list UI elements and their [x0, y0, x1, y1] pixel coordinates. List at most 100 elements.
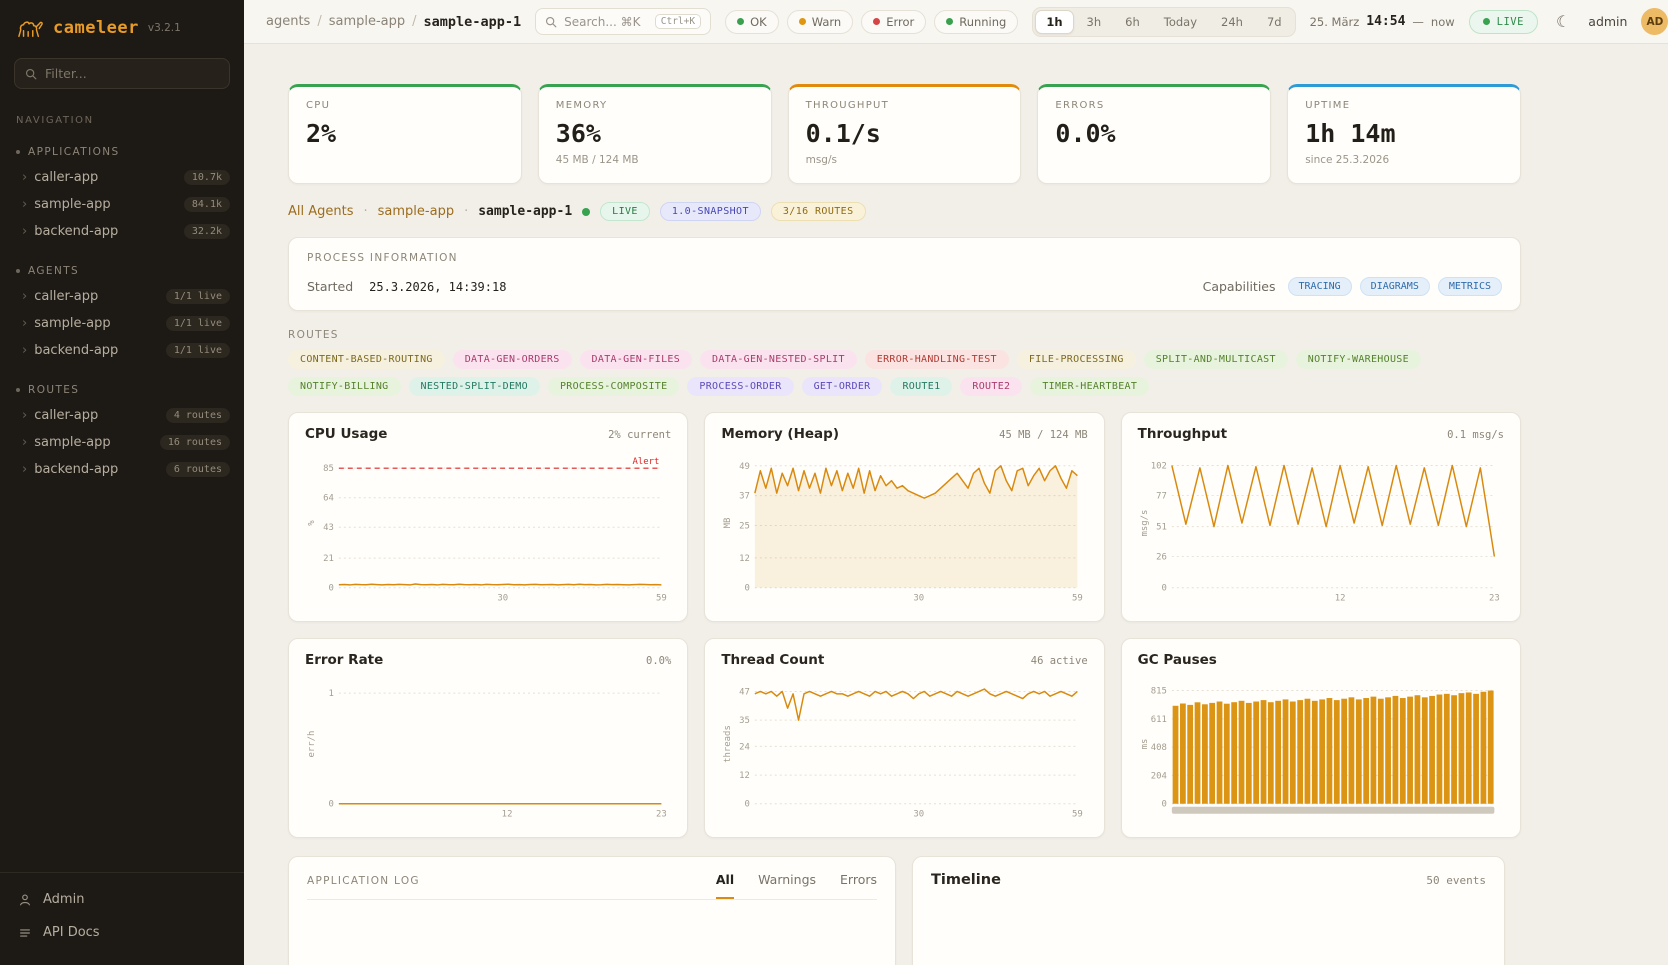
docs-icon	[18, 926, 32, 940]
application-log-title: APPLICATION LOG	[307, 875, 420, 899]
route-chip-process-order[interactable]: PROCESS-ORDER	[687, 377, 793, 396]
log-tab-warnings[interactable]: Warnings	[758, 872, 816, 899]
chart-card-error-rate: Error Rate0.0%011223err/h	[288, 638, 688, 838]
sidebar-item-caller-app[interactable]: ›caller-app10.7k	[0, 164, 244, 191]
agent-crumb-current: sample-app-1	[478, 204, 572, 219]
route-chip-error-handling-test[interactable]: ERROR-HANDLING-TEST	[865, 350, 1009, 369]
svg-text:23: 23	[656, 810, 667, 820]
route-chip-get-order[interactable]: GET-ORDER	[802, 377, 883, 396]
route-chip-data-gen-nested-split[interactable]: DATA-GEN-NESTED-SPLIT	[700, 350, 857, 369]
agent-header-row: All Agents·sample-app·sample-app-1LIVE1.…	[288, 202, 1521, 221]
chart-header: CPU Usage2% current	[305, 426, 671, 442]
agent-crumb-sample-app[interactable]: sample-app	[378, 204, 454, 219]
breadcrumb-link-agents[interactable]: agents	[266, 14, 310, 29]
time-range-3h[interactable]: 3h	[1076, 10, 1113, 34]
log-tab-all[interactable]: All	[716, 872, 734, 899]
log-tab-errors[interactable]: Errors	[840, 872, 877, 899]
sidebar-item-sample-app[interactable]: ›sample-app16 routes	[0, 429, 244, 456]
route-chip-route2[interactable]: ROUTE2	[960, 377, 1022, 396]
svg-text:49: 49	[739, 462, 750, 472]
now-label: now	[1431, 15, 1455, 29]
capability-badge-tracing: TRACING	[1288, 277, 1352, 296]
chart-current-value: 0.0%	[646, 655, 671, 667]
sidebar-item-backend-app[interactable]: ›backend-app1/1 live	[0, 337, 244, 364]
svg-text:MB: MB	[723, 518, 733, 529]
time-range-1h[interactable]: 1h	[1035, 10, 1073, 34]
search-input[interactable]	[564, 15, 648, 29]
status-filter-running[interactable]: Running	[934, 10, 1018, 34]
status-filter-error[interactable]: Error	[861, 10, 926, 34]
chart-current-value: 46 active	[1031, 655, 1088, 667]
stat-card-cpu: CPU2%	[288, 84, 522, 184]
svg-text:msg/s: msg/s	[1140, 510, 1150, 537]
time-range-today[interactable]: Today	[1153, 10, 1208, 34]
avatar[interactable]: AD	[1641, 8, 1668, 35]
dark-mode-toggle[interactable]: ☾	[1552, 10, 1574, 33]
sidebar-item-caller-app[interactable]: ›caller-app4 routes	[0, 402, 244, 429]
section-bullet-icon	[16, 269, 20, 273]
date-range-display[interactable]: 25. März14:54 — now	[1310, 14, 1455, 29]
chart-plot: 0122435473059threads	[721, 674, 1087, 820]
chevron-right-icon: ›	[22, 198, 27, 211]
search-icon	[25, 68, 37, 80]
svg-text:err/h: err/h	[307, 731, 317, 758]
svg-text:12: 12	[1334, 594, 1345, 604]
sidebar-section-header-routes[interactable]: ROUTES	[0, 380, 244, 402]
chart-title: CPU Usage	[305, 426, 387, 442]
chart-plot: 0204408611815ms	[1138, 674, 1504, 820]
live-toggle[interactable]: LIVE	[1469, 10, 1538, 34]
capabilities-label: Capabilities	[1203, 279, 1276, 294]
route-chip-process-composite[interactable]: PROCESS-COMPOSITE	[548, 377, 679, 396]
chart-title: GC Pauses	[1138, 652, 1217, 668]
sidebar-section-header-applications[interactable]: APPLICATIONS	[0, 142, 244, 164]
route-chip-route1[interactable]: ROUTE1	[890, 377, 952, 396]
footer-item-admin[interactable]: Admin	[0, 883, 244, 916]
time-range-24h[interactable]: 24h	[1210, 10, 1254, 34]
topbar: agents/sample-app/sample-app-1 Ctrl+K OK…	[244, 0, 1668, 44]
chevron-right-icon: ›	[22, 344, 27, 357]
chart-title: Throughput	[1138, 426, 1227, 442]
stat-value: 1h 14m	[1305, 119, 1503, 148]
route-chip-data-gen-files[interactable]: DATA-GEN-FILES	[580, 350, 693, 369]
sidebar-item-caller-app[interactable]: ›caller-app1/1 live	[0, 283, 244, 310]
process-info-title: PROCESS INFORMATION	[307, 252, 1502, 264]
sidebar-filter-input[interactable]	[45, 66, 219, 81]
svg-text:85: 85	[323, 464, 334, 474]
agent-crumb-all-agents[interactable]: All Agents	[288, 204, 354, 219]
route-chip-file-processing[interactable]: FILE-PROCESSING	[1017, 350, 1136, 369]
time-range-6h[interactable]: 6h	[1114, 10, 1151, 34]
breadcrumb-link-sample-app[interactable]: sample-app	[329, 14, 405, 29]
sidebar-item-badge: 1/1 live	[166, 289, 230, 304]
route-chip-timer-heartbeat[interactable]: TIMER-HEARTBEAT	[1030, 377, 1149, 396]
moon-icon: ☾	[1556, 12, 1570, 31]
status-filter-label: Running	[959, 15, 1006, 29]
route-chip-data-gen-orders[interactable]: DATA-GEN-ORDERS	[453, 350, 572, 369]
chart-plot-area: 011223err/h	[305, 674, 671, 824]
status-filter-warn[interactable]: Warn	[787, 10, 854, 34]
sidebar-item-sample-app[interactable]: ›sample-app84.1k	[0, 191, 244, 218]
route-chip-notify-warehouse[interactable]: NOTIFY-WAREHOUSE	[1296, 350, 1421, 369]
route-chip-nested-split-demo[interactable]: NESTED-SPLIT-DEMO	[409, 377, 540, 396]
sidebar-item-backend-app[interactable]: ›backend-app6 routes	[0, 456, 244, 483]
svg-text:%: %	[307, 520, 317, 526]
route-chip-content-based-routing[interactable]: CONTENT-BASED-ROUTING	[288, 350, 445, 369]
sidebar-item-sample-app[interactable]: ›sample-app1/1 live	[0, 310, 244, 337]
app-logo[interactable]: cameleer v3.2.1	[0, 0, 244, 52]
status-filter-ok[interactable]: OK	[725, 10, 779, 34]
sidebar-item-label: sample-app	[34, 197, 110, 212]
svg-text:30: 30	[914, 594, 925, 604]
started-value: 25.3.2026, 14:39:18	[369, 280, 506, 294]
app-name: cameleer	[53, 18, 139, 38]
chevron-right-icon: ›	[22, 409, 27, 422]
section-title: AGENTS	[28, 265, 79, 277]
route-chip-notify-billing[interactable]: NOTIFY-BILLING	[288, 377, 401, 396]
breadcrumb: agents/sample-app/sample-app-1	[266, 14, 521, 30]
sidebar-item-backend-app[interactable]: ›backend-app32.2k	[0, 218, 244, 245]
route-chip-split-and-multicast[interactable]: SPLIT-AND-MULTICAST	[1144, 350, 1288, 369]
stat-sub: since 25.3.2026	[1305, 154, 1503, 166]
sidebar-section-header-agents[interactable]: AGENTS	[0, 261, 244, 283]
svg-text:ms: ms	[1140, 739, 1150, 750]
footer-item-api-docs[interactable]: API Docs	[0, 916, 244, 949]
time-range-7d[interactable]: 7d	[1256, 10, 1293, 34]
stat-card-memory: MEMORY36%45 MB / 124 MB	[538, 84, 772, 184]
